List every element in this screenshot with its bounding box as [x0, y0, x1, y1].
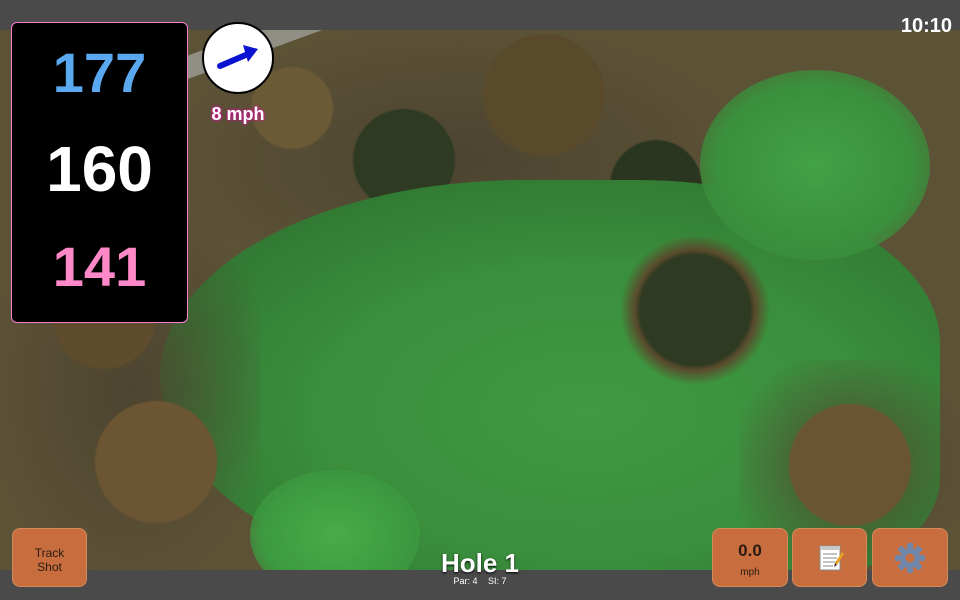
arrow-icon — [217, 45, 258, 69]
track-shot-label-line1: Track — [34, 546, 65, 560]
gear-icon — [895, 542, 925, 573]
distance-back: 177 — [52, 41, 147, 104]
notepad-icon — [819, 545, 844, 570]
wind-speed: 8 mph — [211, 104, 265, 124]
notes-button[interactable] — [792, 528, 867, 587]
swing-speed-value: 0.0 — [738, 541, 762, 560]
distance-middle: 160 — [46, 133, 153, 205]
hole-stroke-index: SI: 7 — [488, 576, 507, 586]
tree-area — [620, 230, 770, 390]
hole-par: Par: 4 — [453, 576, 478, 586]
hole-meta: Par: 4 SI: 7 — [380, 576, 580, 586]
track-shot-label-line2: Shot — [37, 560, 62, 574]
settings-button[interactable] — [872, 528, 948, 587]
distance-panel: 177 160 141 — [11, 22, 188, 323]
swing-speed-button[interactable]: 0.0 mph — [712, 528, 788, 587]
clock: 10:10 — [900, 15, 952, 37]
distance-front: 141 — [52, 235, 147, 298]
swing-speed-unit: mph — [740, 567, 760, 578]
wind-direction-dial — [202, 22, 274, 94]
track-shot-button[interactable]: Track Shot — [12, 528, 87, 587]
hole-title: Hole 1 — [440, 548, 520, 578]
